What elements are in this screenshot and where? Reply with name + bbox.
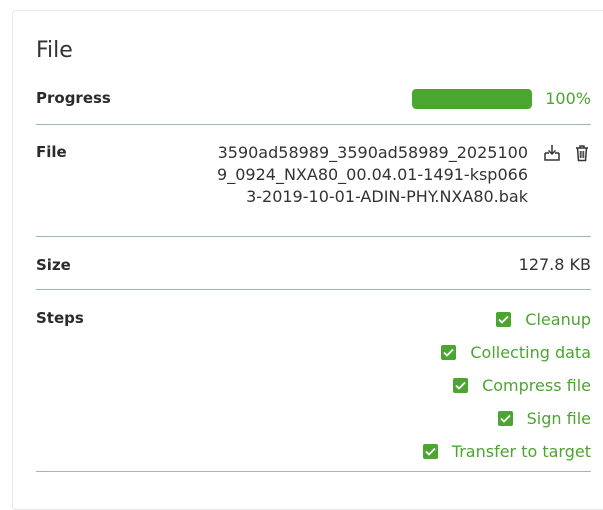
size-label: Size (36, 256, 71, 274)
step-item-transfer-to-target: Transfer to target (422, 440, 591, 462)
steps-list: Cleanup Collecting data Compress file Si… (422, 308, 591, 473)
step-label: Collecting data (470, 342, 591, 362)
checkbox-checked-icon (497, 410, 513, 426)
checkbox-checked-icon (496, 311, 512, 327)
step-label: Sign file (526, 408, 591, 428)
step-item-sign-file: Sign file (423, 407, 591, 429)
step-label: Compress file (482, 375, 591, 395)
step-label: Cleanup (525, 309, 591, 329)
steps-row: Steps Cleanup Collecting data Compress f… (36, 290, 591, 472)
progress-bar-fill (412, 89, 532, 109)
step-item-collecting-data: Collecting data (423, 341, 591, 363)
progress-label: Progress (36, 89, 111, 107)
steps-label: Steps (36, 309, 84, 327)
progress-bar (412, 89, 532, 109)
step-item-cleanup: Cleanup (423, 308, 591, 330)
file-label: File (36, 143, 67, 161)
checkbox-checked-icon (441, 344, 457, 360)
progress-row: Progress 100% (36, 80, 591, 125)
trash-icon[interactable] (572, 143, 592, 163)
step-label: Transfer to target (451, 441, 591, 461)
checkbox-checked-icon (453, 377, 469, 393)
file-row: File 3590ad58989_3590ad58989_20251009_09… (36, 125, 591, 237)
file-name: 3590ad58989_3590ad58989_20251009_0924_NX… (217, 143, 528, 206)
step-item-compress-file: Compress file (423, 374, 591, 396)
checkbox-checked-icon (422, 443, 438, 459)
download-icon[interactable] (542, 143, 562, 163)
progress-percent: 100% (545, 89, 591, 108)
size-value: 127.8 KB (518, 255, 591, 274)
size-row: Size 127.8 KB (36, 237, 591, 290)
panel-title: File (36, 38, 73, 63)
